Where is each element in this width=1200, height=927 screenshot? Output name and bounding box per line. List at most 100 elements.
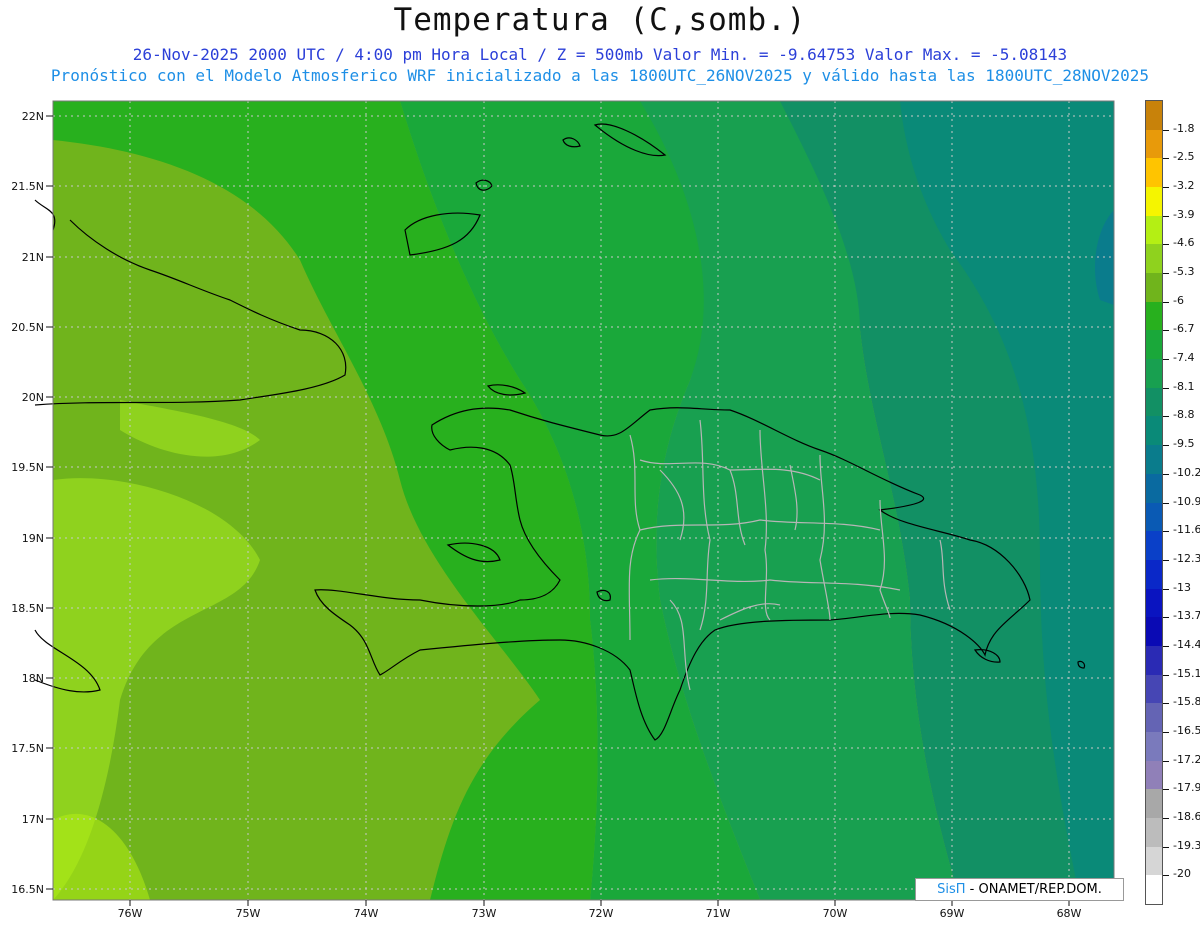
lat-label: 18.5N bbox=[11, 602, 44, 615]
colorbar-tick bbox=[1163, 846, 1169, 848]
colorbar-swatch bbox=[1146, 473, 1162, 503]
colorbar-tick bbox=[1163, 244, 1169, 246]
colorbar-label: -15.1 bbox=[1173, 666, 1200, 680]
lat-label: 22N bbox=[22, 110, 44, 123]
colorbar-swatch bbox=[1146, 817, 1162, 848]
colorbar-swatch bbox=[1146, 846, 1162, 876]
colorbar-swatch bbox=[1146, 703, 1162, 733]
colorbar-label: -17.2 bbox=[1173, 752, 1200, 766]
colorbar-swatch bbox=[1146, 731, 1162, 762]
colorbar-tick bbox=[1163, 703, 1169, 705]
lon-label: 68W bbox=[1057, 907, 1082, 920]
colorbar-tick bbox=[1163, 588, 1169, 590]
lon-label: 75W bbox=[236, 907, 261, 920]
credit-text: - ONAMET/REP.DOM. bbox=[965, 882, 1102, 897]
colorbar-label: -6.7 bbox=[1173, 322, 1195, 336]
colorbar-label: -16.5 bbox=[1173, 723, 1200, 737]
colorbar-swatch bbox=[1146, 531, 1162, 561]
colorbar-swatch bbox=[1146, 445, 1162, 475]
longitude-labels: 76W 75W 74W 73W 72W 71W 70W 69W 68W bbox=[118, 900, 1082, 920]
colorbar-swatch bbox=[1146, 359, 1162, 389]
colorbar-tick bbox=[1163, 187, 1169, 189]
colorbar-label: -12.3 bbox=[1173, 551, 1200, 565]
colorbar-tick bbox=[1163, 129, 1169, 131]
temperature-map: 22N 21.5N 21N 20.5N 20N 19.5N 19N 18.5N 18N 17.5N… bbox=[11, 100, 1115, 920]
colorbar-tick bbox=[1163, 789, 1169, 791]
lon-label: 73W bbox=[472, 907, 497, 920]
colorbar-label: -8.8 bbox=[1173, 408, 1195, 422]
colorbar-label: -19.3 bbox=[1173, 838, 1200, 852]
colorbar-label: -18.6 bbox=[1173, 809, 1200, 823]
colorbar-swatch bbox=[1146, 273, 1162, 303]
colorbar-swatch bbox=[1146, 101, 1162, 131]
colorbar-label: -17.9 bbox=[1173, 781, 1200, 795]
colorbar-swatch bbox=[1146, 645, 1162, 676]
colorbar-tick bbox=[1163, 273, 1169, 275]
latitude-labels: 22N 21.5N 21N 20.5N 20N 19.5N 19N 18.5N 18N 17.5N… bbox=[11, 110, 53, 896]
lon-label: 71W bbox=[706, 907, 731, 920]
brand-logo: SisΠ bbox=[937, 882, 966, 897]
colorbar-label: -2.5 bbox=[1173, 150, 1195, 164]
colorbar bbox=[1145, 100, 1163, 905]
colorbar-label: -9.5 bbox=[1173, 437, 1195, 451]
lat-label: 21.5N bbox=[11, 180, 44, 193]
lat-label: 21N bbox=[22, 251, 44, 264]
colorbar-swatch bbox=[1146, 416, 1162, 446]
colorbar-tick bbox=[1163, 817, 1169, 819]
colorbar-tick bbox=[1163, 559, 1169, 561]
colorbar-label: -3.9 bbox=[1173, 207, 1195, 221]
colorbar-tick bbox=[1163, 731, 1169, 733]
colorbar-tick bbox=[1163, 158, 1169, 160]
colorbar-swatch bbox=[1146, 215, 1162, 245]
cuba-east-coast bbox=[34, 199, 56, 231]
colorbar-label: -6 bbox=[1173, 293, 1184, 307]
colorbar-label: -3.2 bbox=[1173, 179, 1195, 193]
lat-label: 17.5N bbox=[11, 742, 44, 755]
lat-label: 18N bbox=[22, 672, 44, 685]
colorbar-tick bbox=[1163, 645, 1169, 647]
colorbar-tick bbox=[1163, 330, 1169, 332]
lat-label: 16.5N bbox=[11, 883, 44, 896]
credit-box: SisΠ - ONAMET/REP.DOM. bbox=[915, 878, 1124, 901]
lon-label: 76W bbox=[118, 907, 143, 920]
colorbar-tick bbox=[1163, 875, 1169, 877]
colorbar-label: -14.4 bbox=[1173, 637, 1200, 651]
colorbar-tick bbox=[1163, 531, 1169, 533]
colorbar-label: -10.2 bbox=[1173, 465, 1200, 479]
colorbar-label: -1.8 bbox=[1173, 121, 1195, 135]
lon-label: 69W bbox=[940, 907, 965, 920]
colorbar-swatch bbox=[1146, 244, 1162, 274]
colorbar-tick bbox=[1163, 301, 1169, 303]
colorbar-label: -4.6 bbox=[1173, 236, 1195, 250]
colorbar-swatch bbox=[1146, 559, 1162, 590]
colorbar-tick bbox=[1163, 359, 1169, 361]
colorbar-swatch bbox=[1146, 301, 1162, 331]
colorbar-tick bbox=[1163, 387, 1169, 389]
colorbar-swatch bbox=[1146, 330, 1162, 360]
colorbar-swatch bbox=[1146, 789, 1162, 819]
colorbar-label: -20 bbox=[1173, 867, 1191, 881]
colorbar-swatch bbox=[1146, 129, 1162, 159]
colorbar-label: -8.1 bbox=[1173, 379, 1195, 393]
colorbar-swatch bbox=[1146, 617, 1162, 647]
lon-label: 70W bbox=[823, 907, 848, 920]
colorbar-tick bbox=[1163, 617, 1169, 619]
colorbar-tick bbox=[1163, 416, 1169, 418]
colorbar-label: -7.4 bbox=[1173, 351, 1195, 365]
colorbar-label: -11.6 bbox=[1173, 523, 1200, 537]
colorbar-swatch bbox=[1146, 187, 1162, 217]
colorbar-tick bbox=[1163, 473, 1169, 475]
colorbar-tick bbox=[1163, 502, 1169, 504]
colorbar-swatch bbox=[1146, 502, 1162, 532]
lat-label: 19N bbox=[22, 532, 44, 545]
colorbar-tick bbox=[1163, 215, 1169, 217]
colorbar-swatch bbox=[1146, 387, 1162, 417]
colorbar-label: -13 bbox=[1173, 580, 1191, 594]
lat-label: 20N bbox=[22, 391, 44, 404]
colorbar-label: -5.3 bbox=[1173, 265, 1195, 279]
colorbar-swatch bbox=[1146, 674, 1162, 704]
colorbar-tick bbox=[1163, 674, 1169, 676]
colorbar-label: -10.9 bbox=[1173, 494, 1200, 508]
lat-label: 17N bbox=[22, 813, 44, 826]
lon-label: 72W bbox=[589, 907, 614, 920]
